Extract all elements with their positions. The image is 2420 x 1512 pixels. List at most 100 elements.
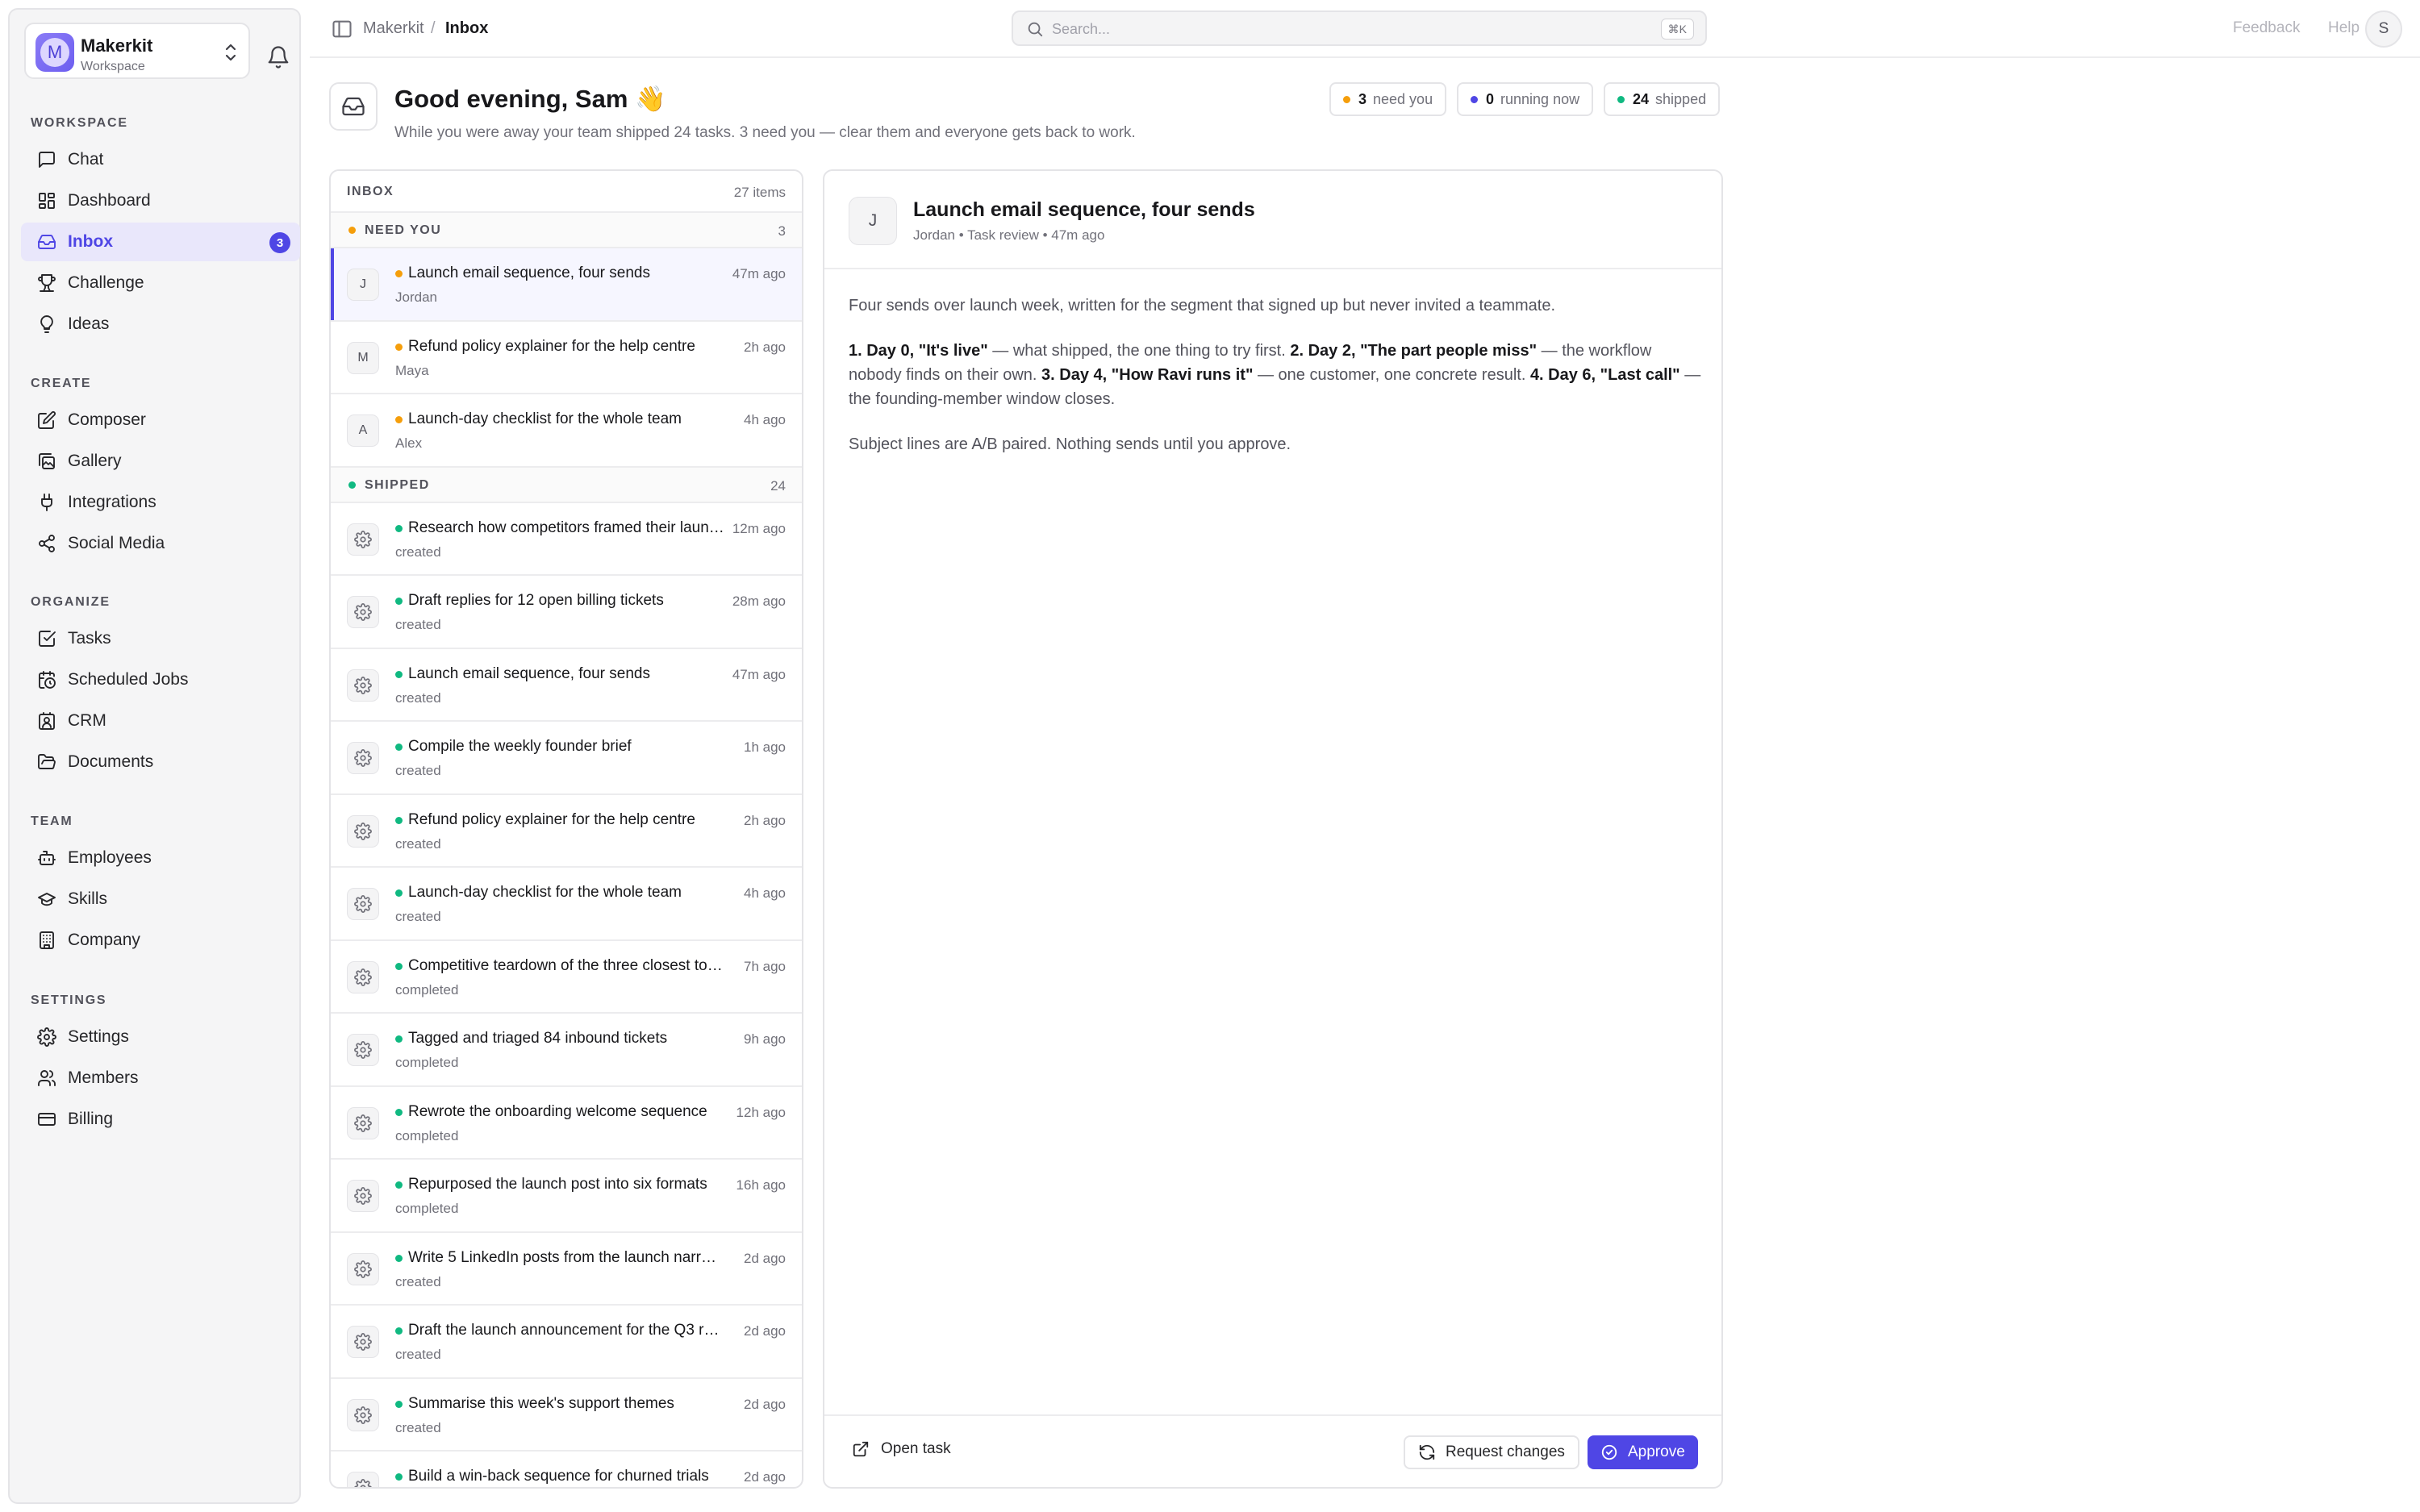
help-link[interactable]: Help xyxy=(2328,19,2360,37)
sidebar-item-label: Tasks xyxy=(68,629,111,648)
inbox-row[interactable]: Write 5 LinkedIn posts from the launch n… xyxy=(331,1233,802,1306)
status-dot xyxy=(395,1254,403,1262)
row-timestamp: 7h ago xyxy=(744,958,786,974)
status-dot xyxy=(395,1108,403,1116)
inbox-row[interactable]: Draft the launch announcement for the Q3… xyxy=(331,1306,802,1379)
inbox-row[interactable]: Rewrote the onboarding welcome sequence c… xyxy=(331,1087,802,1160)
chevron-up-down-icon xyxy=(225,44,236,61)
sidebar-item-gallery[interactable]: Gallery xyxy=(21,442,300,481)
contact-icon xyxy=(37,711,68,731)
sidebar-item-label: Ideas xyxy=(68,314,110,333)
row-title: Tagged and triaged 84 inbound tickets xyxy=(408,1030,668,1047)
agent-icon xyxy=(347,1326,379,1358)
sidebar-item-tasks[interactable]: Tasks xyxy=(21,619,300,658)
row-subtitle: Alex xyxy=(395,435,423,451)
step-text: — what shipped, the one thing to try fir… xyxy=(987,342,1291,360)
sidebar-item-documents[interactable]: Documents xyxy=(21,743,300,781)
sidebar-item-dashboard[interactable]: Dashboard xyxy=(21,181,300,220)
gear-icon xyxy=(37,1027,68,1047)
workspace-switcher[interactable]: M Makerkit Workspace xyxy=(24,23,250,79)
page-subtitle: While you were away your team shipped 24… xyxy=(394,124,1136,141)
inbox-row[interactable]: Research how competitors framed their la… xyxy=(331,503,802,576)
row-subtitle: created xyxy=(395,763,441,778)
status-dot xyxy=(395,598,403,605)
sidebar-item-label: Employees xyxy=(68,848,152,867)
group-count: 24 xyxy=(770,477,786,494)
step-text: — one customer, one concrete result. xyxy=(1253,366,1530,384)
inbox-list: INBOX 27 items NEED YOU 3 J Launch email … xyxy=(329,169,803,1489)
inbox-row[interactable]: Launch email sequence, four sends created… xyxy=(331,649,802,722)
graduation-cap-icon xyxy=(37,889,68,909)
sidebar-item-composer[interactable]: Composer xyxy=(21,401,300,439)
feedback-link[interactable]: Feedback xyxy=(2233,19,2300,37)
inbox-row[interactable]: Launch-day checklist for the whole team c… xyxy=(331,868,802,941)
row-subtitle: created xyxy=(395,1273,441,1289)
check-circle-icon xyxy=(1601,1444,1617,1460)
agent-icon xyxy=(347,1472,379,1487)
inbox-row[interactable]: Refund policy explainer for the help cen… xyxy=(331,795,802,868)
row-subtitle: created xyxy=(395,544,441,560)
approve-button[interactable]: Approve xyxy=(1588,1435,1698,1469)
search-input[interactable]: Search... ⌘K xyxy=(1012,10,1707,46)
sidebar-item-members[interactable]: Members xyxy=(21,1059,300,1098)
request-changes-button[interactable]: Request changes xyxy=(1404,1435,1579,1469)
sidebar-item-challenge[interactable]: Challenge xyxy=(21,264,300,302)
breadcrumb-root[interactable]: Makerkit xyxy=(363,19,424,38)
inbox-row[interactable]: Competitive teardown of the three closes… xyxy=(331,941,802,1014)
status-dot xyxy=(348,481,356,489)
sidebar-item-skills[interactable]: Skills xyxy=(21,880,300,918)
task-steps: 1. Day 0, "It's live" — what shipped, th… xyxy=(849,339,1704,411)
task-meta: Jordan • Task review • 47m ago xyxy=(913,227,1105,243)
nav-section-title: SETTINGS xyxy=(31,993,107,1007)
open-task-button[interactable]: Open task xyxy=(852,1440,951,1458)
sidebar-item-ideas[interactable]: Ideas xyxy=(21,305,300,344)
group-title: NEED YOU xyxy=(365,223,442,237)
sidebar-item-label: Scheduled Jobs xyxy=(68,670,189,689)
row-title: Compile the weekly founder brief xyxy=(408,738,632,755)
sidebar-item-scheduled-jobs[interactable]: Scheduled Jobs xyxy=(21,660,300,699)
inbox-row[interactable]: A Launch-day checklist for the whole team… xyxy=(331,394,802,468)
bell-icon[interactable] xyxy=(266,44,290,70)
sidebar-item-crm[interactable]: CRM xyxy=(21,702,300,740)
user-avatar[interactable]: S xyxy=(2365,10,2402,48)
inbox-row[interactable]: Build a win-back sequence for churned tr… xyxy=(331,1452,802,1487)
row-timestamp: 47m ago xyxy=(732,266,786,281)
inbox-row[interactable]: J Launch email sequence, four sends Jordan… xyxy=(331,248,802,322)
task-body: Four sends over launch week, written for… xyxy=(849,294,1704,477)
stat-label: running now xyxy=(1500,90,1580,107)
inbox-row[interactable]: Tagged and triaged 84 inbound tickets com… xyxy=(331,1014,802,1087)
row-timestamp: 2d ago xyxy=(744,1396,786,1412)
status-dot xyxy=(395,1400,403,1408)
sidebar-item-label: Composer xyxy=(68,410,146,429)
agent-icon xyxy=(347,960,379,993)
task-title: Launch email sequence, four sends xyxy=(913,198,1255,221)
sidebar-item-settings[interactable]: Settings xyxy=(21,1018,300,1056)
status-dot xyxy=(1471,95,1478,103)
inbox-row[interactable]: Repurposed the launch post into six form… xyxy=(331,1160,802,1233)
stat-label: need you xyxy=(1373,90,1433,107)
sidebar-item-chat[interactable]: Chat xyxy=(21,140,300,179)
sidebar-item-label: Skills xyxy=(68,889,108,908)
sidebar-item-integrations[interactable]: Integrations xyxy=(21,483,300,522)
row-title: Refund policy explainer for the help cen… xyxy=(408,337,695,355)
row-title: Refund policy explainer for the help cen… xyxy=(408,810,695,828)
sidebar-item-employees[interactable]: Employees xyxy=(21,839,300,877)
status-dot xyxy=(1617,95,1625,103)
row-subtitle: completed xyxy=(395,1127,459,1143)
row-subtitle: Jordan xyxy=(395,289,437,305)
row-title: Launch-day checklist for the whole team xyxy=(408,410,682,427)
inbox-row[interactable]: Summarise this week's support themes crea… xyxy=(331,1379,802,1452)
group-need-you: NEED YOU 3 xyxy=(331,213,802,248)
inbox-row[interactable]: M Refund policy explainer for the help ce… xyxy=(331,322,802,394)
inbox-row[interactable]: Compile the weekly founder brief created 1… xyxy=(331,722,802,795)
sidebar-item-label: Documents xyxy=(68,752,154,771)
sidebar-item-billing[interactable]: Billing xyxy=(21,1100,300,1139)
status-dot xyxy=(395,816,403,824)
sidebar-item-inbox[interactable]: Inbox 3 xyxy=(21,223,300,261)
agent-icon xyxy=(347,1398,379,1431)
inbox-row[interactable]: Draft replies for 12 open billing ticket… xyxy=(331,576,802,649)
sidebar-toggle-icon[interactable] xyxy=(331,18,353,40)
sidebar-item-social-media[interactable]: Social Media xyxy=(21,524,300,563)
sidebar-item-company[interactable]: Company xyxy=(21,921,300,960)
agent-icon xyxy=(347,1252,379,1285)
